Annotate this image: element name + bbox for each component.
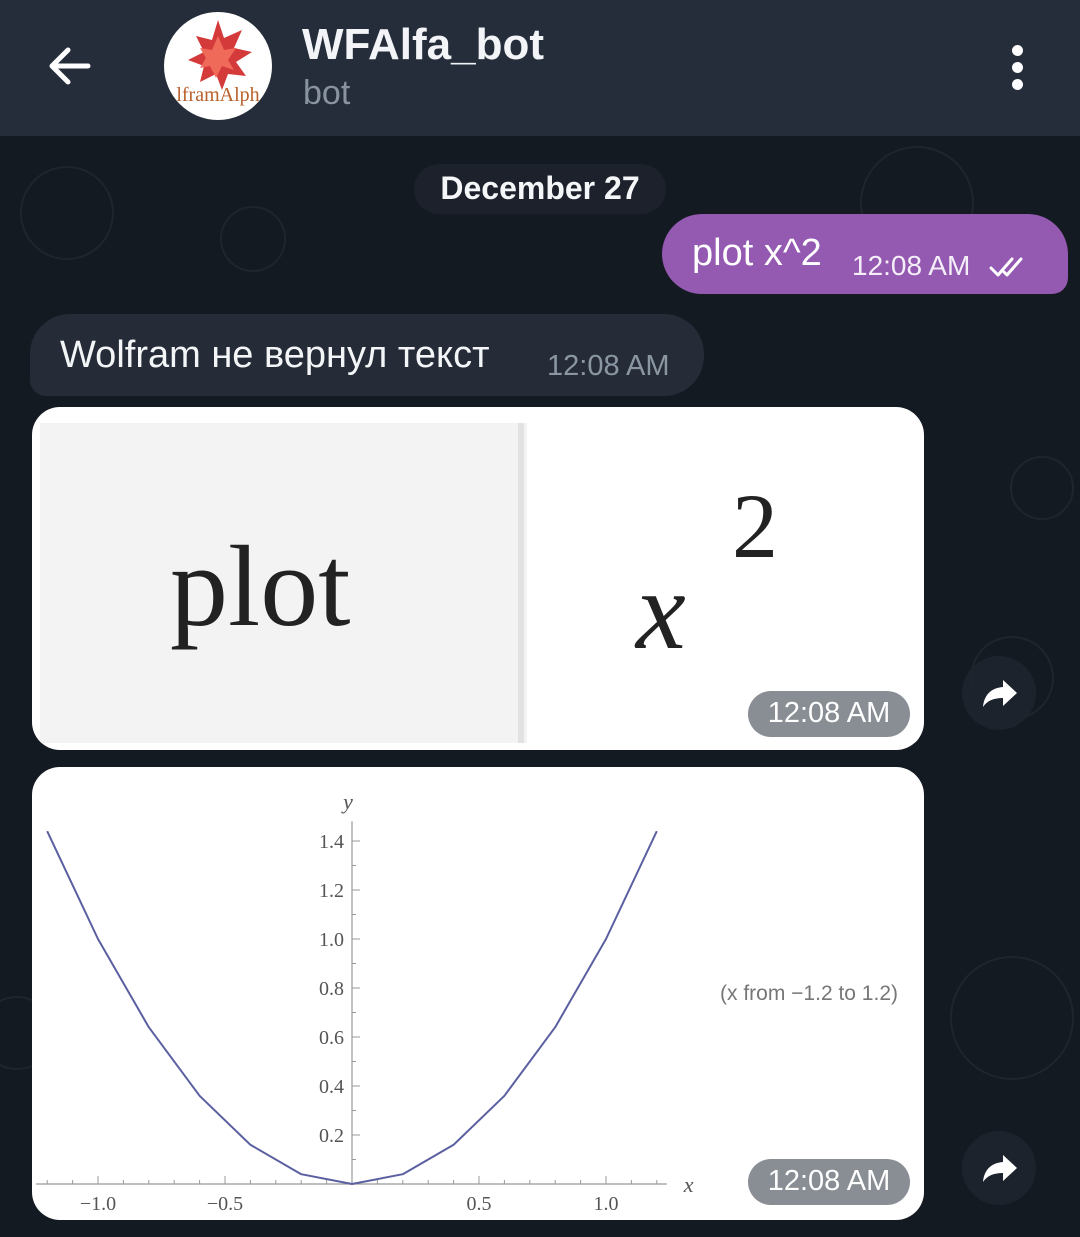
y-tick-label: 0.2 [319, 1125, 344, 1147]
y-tick-label: 0.4 [319, 1076, 344, 1098]
forward-icon [983, 1155, 1017, 1182]
x-tick-label: −0.5 [207, 1193, 243, 1215]
message-text: plot x^2 [692, 232, 822, 274]
chat-title[interactable]: WFAlfa_bot [302, 20, 544, 70]
background-doodle [20, 166, 114, 260]
plot-time: 12:08 AM [748, 1159, 910, 1205]
forward-icon [983, 680, 1017, 707]
bot-avatar[interactable]: lframAlph [164, 12, 272, 120]
plot-range-note: (x from −1.2 to 1.2) [720, 982, 898, 1005]
arrow-left-icon [49, 47, 91, 85]
double-check-icon [989, 257, 1023, 277]
y-tick-label: 1.4 [319, 831, 344, 853]
y-axis-label: y [341, 789, 353, 814]
more-vert-icon [1012, 62, 1023, 73]
y-tick-label: 1.2 [319, 880, 344, 902]
plot-word: plot [170, 523, 351, 651]
x-axis-label: x [683, 1172, 694, 1197]
forward-button[interactable] [962, 1131, 1036, 1205]
y-tick-label: 1.0 [319, 929, 344, 951]
chat-subtitle: bot [303, 74, 351, 112]
more-vert-icon [1012, 45, 1023, 56]
y-tick-label: 0.6 [319, 1027, 344, 1049]
background-doodle [220, 206, 286, 272]
y-tick-label: 0.8 [319, 978, 344, 1000]
background-doodle [950, 956, 1074, 1080]
x-tick-label: 1.0 [594, 1193, 619, 1215]
chat-header: lframAlph WFAlfa_bot bot [0, 0, 1080, 136]
incoming-message[interactable]: Wolfram не вернул текст 12:08 AM [30, 314, 704, 396]
date-separator: December 27 [414, 164, 666, 214]
x-tick-label: 0.5 [467, 1193, 492, 1215]
back-button[interactable] [44, 44, 96, 88]
message-time: 12:08 AM [852, 250, 971, 281]
image-time: 12:08 AM [748, 691, 910, 737]
expression-exponent: 2 [732, 475, 778, 577]
panel-divider [518, 423, 524, 743]
plot-image[interactable]: −1.0 −0.5 0.5 1.0 0.2 0.4 0.6 0.8 1.0 1.2 1.4 x y (x… [32, 767, 924, 1220]
more-menu-button[interactable] [1003, 42, 1033, 92]
message-time: 12:08 AM [547, 350, 670, 382]
forward-button[interactable] [962, 656, 1036, 730]
x-tick-label: −1.0 [80, 1193, 116, 1215]
avatar-logo-text: lframAlph [176, 84, 260, 106]
message-text: Wolfram не вернул текст [60, 334, 490, 376]
outgoing-message[interactable]: plot x^2 12:08 AM [662, 214, 1068, 294]
input-interpretation-image[interactable]: plot x 2 12:08 AM [32, 407, 924, 750]
background-doodle [1010, 456, 1074, 520]
expression-base: x [636, 549, 686, 673]
more-vert-icon [1012, 79, 1023, 90]
